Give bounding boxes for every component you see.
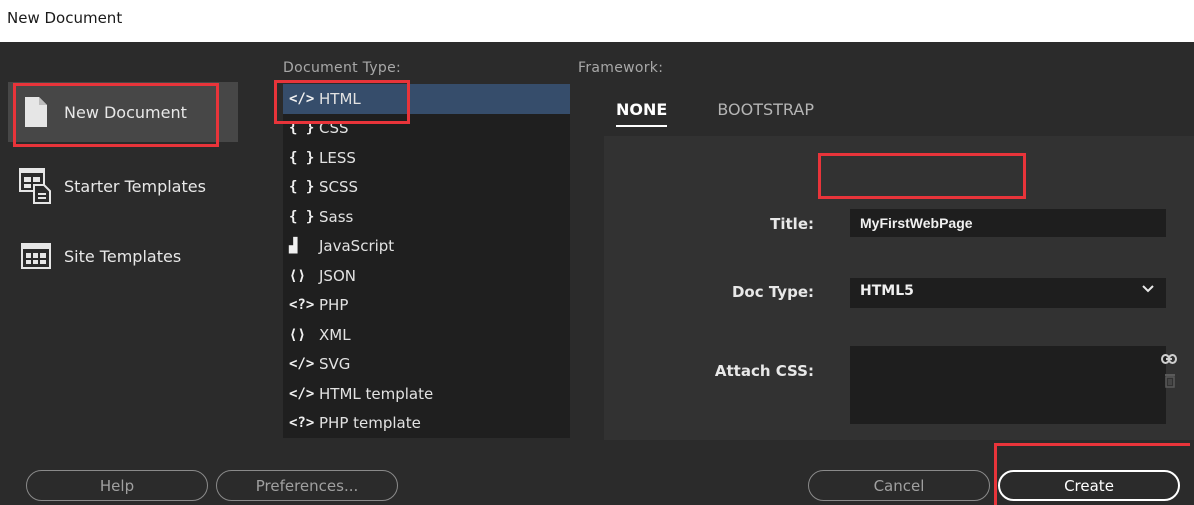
- category-new-document[interactable]: New Document: [8, 82, 238, 142]
- php-icon: <?>: [289, 415, 315, 432]
- dialog-body: New Document Starter Templates Site Temp…: [0, 42, 1194, 505]
- doctype-item-label: PHP: [319, 296, 349, 315]
- attach-css-list[interactable]: [850, 346, 1166, 424]
- doctype-item-html-template[interactable]: </> HTML template: [283, 379, 570, 409]
- starter-templates-icon: [18, 166, 54, 206]
- link-icon[interactable]: [1161, 350, 1177, 364]
- doc-type-value: HTML5: [860, 283, 914, 299]
- title-label: Title:: [770, 215, 814, 233]
- doctype-item-xml[interactable]: ⟨⟩ XML: [283, 320, 570, 350]
- category-label: Starter Templates: [64, 176, 206, 196]
- help-button[interactable]: Help: [26, 470, 208, 501]
- doctype-item-html[interactable]: </> HTML: [283, 84, 570, 114]
- doctype-item-label: SVG: [319, 355, 351, 374]
- category-starter-templates[interactable]: Starter Templates: [8, 156, 238, 216]
- doctype-item-label: JSON: [319, 266, 356, 285]
- site-templates-icon: [18, 236, 54, 276]
- document-type-label: Document Type:: [283, 60, 402, 76]
- braces-icon: { }: [289, 179, 315, 196]
- create-button[interactable]: Create: [998, 470, 1180, 501]
- new-document-icon: [18, 92, 54, 132]
- braces-icon: { }: [289, 120, 315, 137]
- category-label: Site Templates: [64, 246, 182, 266]
- category-label: New Document: [64, 102, 187, 122]
- trash-icon: [1164, 372, 1176, 388]
- braces-icon: { }: [289, 208, 315, 225]
- doctype-item-css[interactable]: { } CSS: [283, 114, 570, 144]
- javascript-icon: ▟: [289, 238, 298, 255]
- framework-tabs: NONE BOOTSTRAP: [616, 100, 864, 127]
- doctype-item-json[interactable]: ⟨⟩ JSON: [283, 261, 570, 291]
- doctype-item-php-template[interactable]: <?> PHP template: [283, 409, 570, 439]
- window-title: New Document: [0, 0, 1194, 42]
- doctype-item-svg[interactable]: </> SVG: [283, 350, 570, 380]
- doctype-item-label: SCSS: [319, 178, 359, 197]
- doctype-item-label: HTML: [319, 89, 361, 108]
- doctype-item-label: Sass: [319, 207, 354, 226]
- doctype-item-javascript[interactable]: ▟ JavaScript: [283, 232, 570, 262]
- doctype-item-php[interactable]: <?> PHP: [283, 291, 570, 321]
- doctype-item-label: HTML template: [319, 384, 434, 403]
- doctype-item-label: LESS: [319, 148, 356, 167]
- category-site-templates[interactable]: Site Templates: [8, 226, 238, 286]
- tab-bootstrap[interactable]: BOOTSTRAP: [717, 100, 814, 127]
- code-icon: </>: [289, 356, 315, 373]
- code-icon: </>: [289, 385, 315, 402]
- xml-icon: ⟨⟩: [289, 326, 306, 343]
- new-document-dialog: New Document New Document Starter Templa…: [0, 0, 1194, 505]
- doc-type-label: Doc Type:: [731, 283, 814, 301]
- category-sidebar: New Document Starter Templates Site Temp…: [8, 58, 268, 458]
- doc-type-select[interactable]: HTML5: [850, 278, 1166, 308]
- cancel-button[interactable]: Cancel: [808, 470, 990, 501]
- document-type-list[interactable]: </> HTML { } CSS { } LESS { } SCSS { } Sass ▟…: [283, 84, 570, 438]
- doctype-item-sass[interactable]: { } Sass: [283, 202, 570, 232]
- tab-none[interactable]: NONE: [616, 100, 668, 127]
- framework-panel: NONE BOOTSTRAP Title: Doc Type: HTML5 At…: [578, 84, 1194, 440]
- chevron-down-icon: [1142, 282, 1154, 298]
- php-icon: <?>: [289, 297, 315, 314]
- doctype-item-label: PHP template: [319, 414, 421, 433]
- framework-label: Framework:: [578, 60, 664, 76]
- code-icon: </>: [289, 90, 315, 107]
- doctype-item-scss[interactable]: { } SCSS: [283, 173, 570, 203]
- doctype-item-label: CSS: [319, 119, 349, 138]
- doctype-item-label: XML: [319, 325, 351, 344]
- braces-icon: { }: [289, 149, 315, 166]
- doctype-item-label: JavaScript: [319, 237, 395, 256]
- preferences-button[interactable]: Preferences...: [216, 470, 398, 501]
- doctype-item-less[interactable]: { } LESS: [283, 143, 570, 173]
- attach-css-label: Attach CSS:: [714, 362, 814, 380]
- json-icon: ⟨⟩: [289, 267, 306, 284]
- title-input[interactable]: [850, 209, 1166, 237]
- framework-options: Title: Doc Type: HTML5 Attach CSS:: [604, 136, 1194, 440]
